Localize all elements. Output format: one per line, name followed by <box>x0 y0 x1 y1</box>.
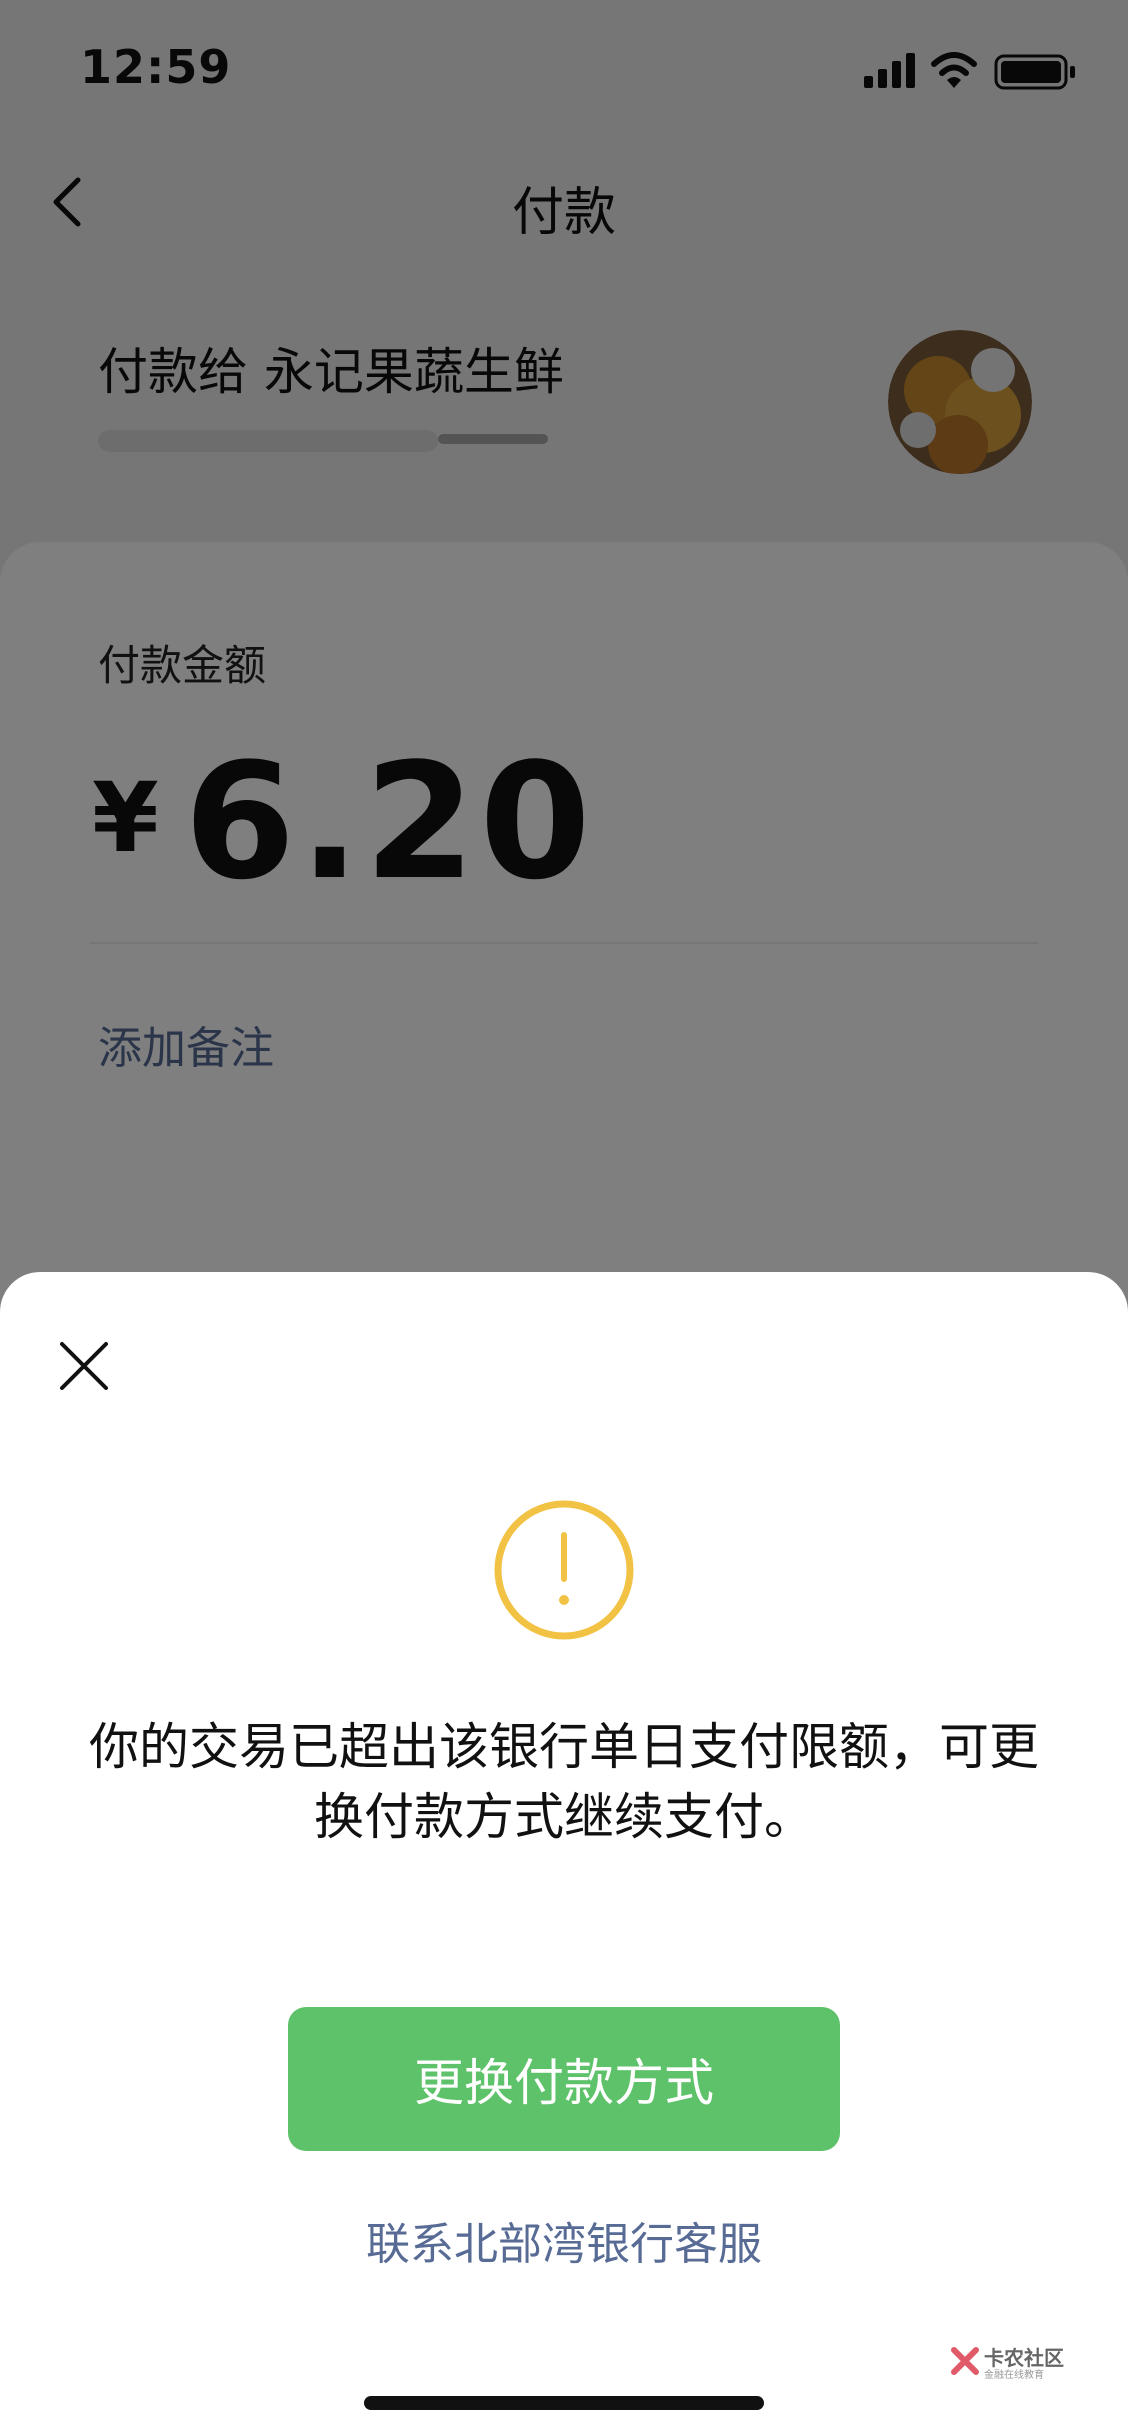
watermark-sub: 金融在线教育 <box>984 2370 1044 2381</box>
warning-icon <box>494 1500 634 1640</box>
contact-bank-service-link[interactable]: 联系北部湾银行客服 <box>0 2208 1128 2272</box>
close-icon[interactable] <box>56 1338 112 1394</box>
watermark-logo: 卡农社区 金融在线教育 <box>950 2342 1080 2382</box>
home-indicator <box>364 2396 764 2410</box>
watermark-logo-icon <box>951 2347 979 2375</box>
change-payment-method-button[interactable]: 更换付款方式 <box>288 2007 840 2151</box>
limit-message: 你的交易已超出该银行单日支付限额，可更换付款方式继续支付。 <box>89 1718 1039 1846</box>
limit-exceeded-sheet: 你的交易已超出该银行单日支付限额，可更换付款方式继续支付。 更换付款方式 联系北… <box>0 1272 1128 2436</box>
